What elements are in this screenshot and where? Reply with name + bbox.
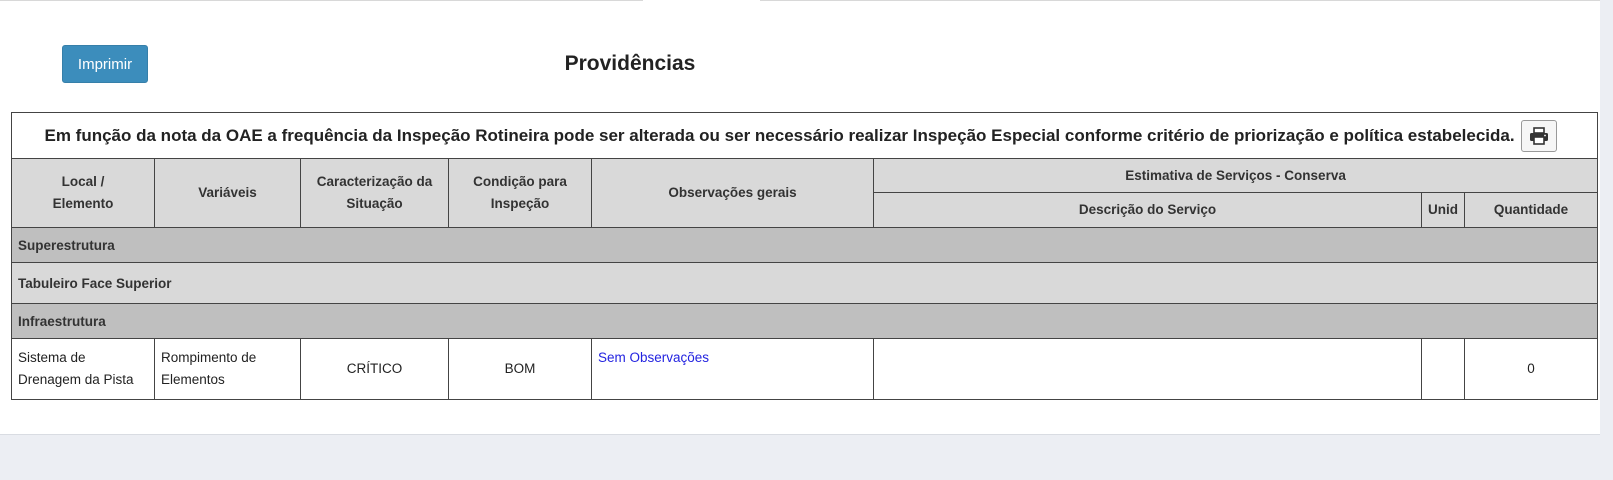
tab-divider-right bbox=[760, 0, 1600, 1]
cell-unid bbox=[1421, 338, 1465, 400]
notice-text: Em função da nota da OAE a frequência da… bbox=[44, 125, 1515, 145]
cell-variavel: Rompimento de Elementos bbox=[154, 338, 301, 400]
col-quantidade-header: Quantidade bbox=[1463, 192, 1599, 228]
section-row: Superestrutura bbox=[10, 227, 1599, 263]
col-descricao-header: Descrição do Serviço bbox=[873, 192, 1422, 228]
col-condicao-header: Condição para Inspeção bbox=[448, 158, 592, 228]
cell-condicao: BOM bbox=[448, 338, 592, 400]
col-local-header: Local / Elemento bbox=[11, 158, 155, 228]
section-row: Tabuleiro Face Superior bbox=[10, 262, 1599, 304]
printer-icon[interactable] bbox=[1521, 120, 1558, 152]
page-title: Providências bbox=[564, 52, 696, 75]
table-row: Sistema de Drenagem da Pista Rompimento d… bbox=[11, 338, 1599, 400]
cell-caracterizacao: CRÍTICO bbox=[300, 338, 449, 400]
section-row: Infraestrutura bbox=[10, 303, 1599, 339]
cell-local: Sistema de Drenagem da Pista bbox=[11, 338, 155, 400]
tab-divider-left bbox=[0, 0, 643, 1]
col-variaveis-header: Variáveis bbox=[154, 158, 301, 228]
col-estimativa-header: Estimativa de Serviços - Conserva bbox=[872, 158, 1599, 193]
notice-banner: Em função da nota da OAE a frequência da… bbox=[10, 112, 1599, 159]
col-caracterizacao-header: Caracterização da Situação bbox=[300, 158, 449, 228]
col-observacoes-header: Observações gerais bbox=[591, 158, 874, 228]
observacoes-link[interactable]: Sem Observações bbox=[598, 350, 709, 365]
col-unid-header: Unid bbox=[1421, 192, 1465, 228]
content-panel: Imprimir Providências Em função da nota … bbox=[0, 0, 1600, 435]
cell-observacoes: Sem Observações bbox=[591, 338, 874, 400]
print-button[interactable]: Imprimir bbox=[62, 45, 148, 83]
providencias-table: Em função da nota da OAE a frequência da… bbox=[10, 112, 1599, 400]
cell-descricao bbox=[873, 338, 1422, 400]
cell-quantidade: 0 bbox=[1463, 338, 1599, 400]
